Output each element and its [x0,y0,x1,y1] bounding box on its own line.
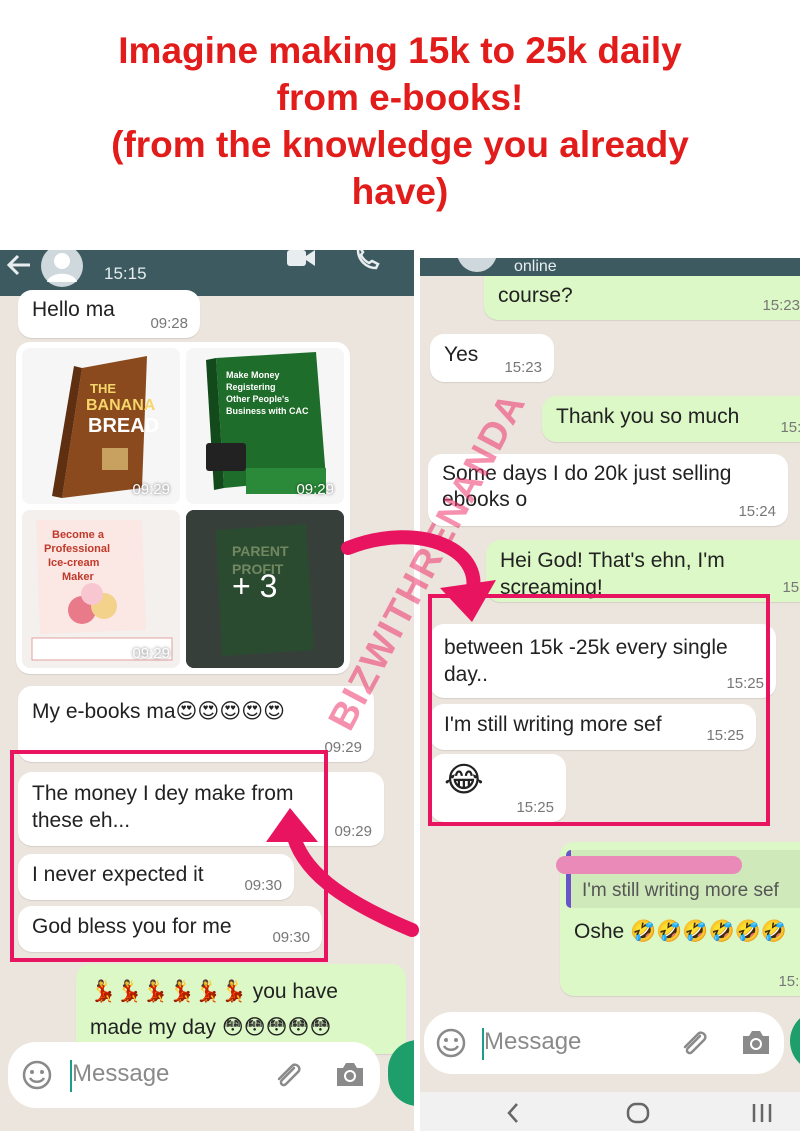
arrows-overlay [266,530,496,937]
curved-arrow-right-head [440,580,496,622]
curved-arrow-left [285,823,419,937]
curved-arrow-left-head [266,808,318,842]
